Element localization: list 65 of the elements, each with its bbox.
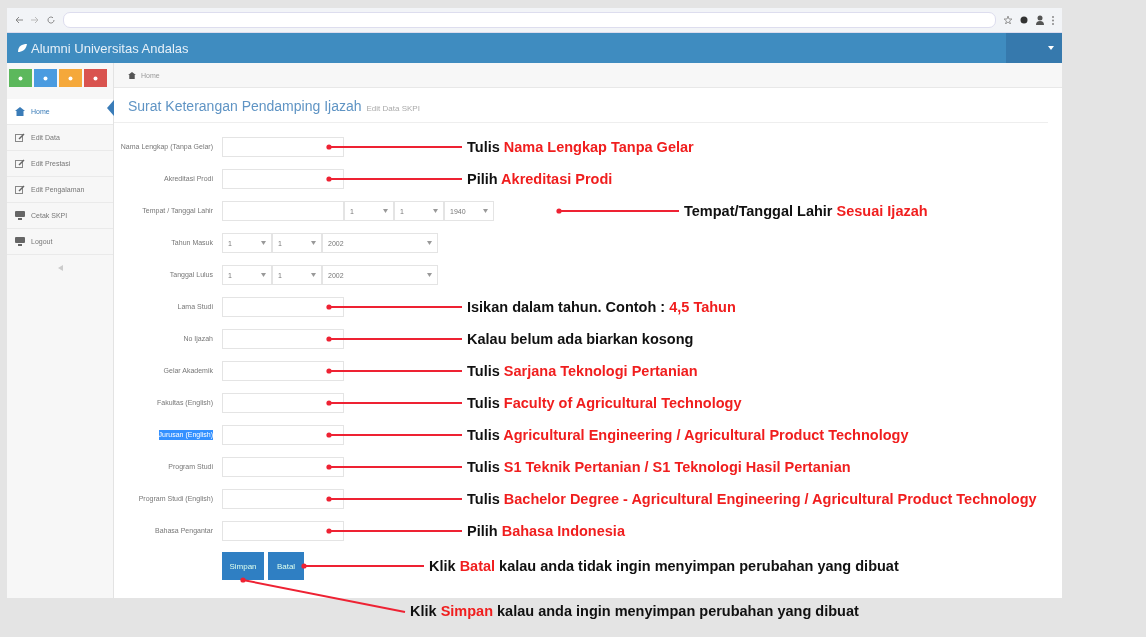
dropdown-caret-icon [427,241,432,245]
annotation-text: Tulis Agricultural Engineering / Agricultural Product Technology [467,427,909,443]
reload-icon[interactable] [47,16,55,24]
annotation-text: Tulis S1 Teknik Pertanian / S1 Teknologi Hasil Pertanian [467,459,851,475]
text-field[interactable] [222,393,344,413]
forward-icon[interactable] [31,16,39,24]
annotation-text: Tulis Bachelor Degree - Agricultural Engineering / Agricultural Product Technology [467,491,1037,507]
annotation-text: Klik Batal kalau anda tidak ingin menyimpan perubahan yang dibuat [429,558,899,574]
annotation-text: Klik Simpan kalau anda ingin menyimpan perubahan yang dibuat [410,603,859,619]
annotation-text: Pilih Akreditasi Prodi [467,171,613,187]
shortcut-button[interactable] [84,69,107,87]
text-field[interactable] [222,201,344,221]
back-icon[interactable] [15,16,23,24]
star-icon[interactable] [1004,16,1012,24]
profile-icon[interactable] [1036,15,1044,25]
text-field[interactable] [222,137,344,157]
address-bar[interactable] [63,12,996,28]
text-field[interactable] [222,489,344,509]
text-field[interactable] [222,169,344,189]
app-title: Alumni Universitas Andalas [31,40,189,56]
shortcut-button[interactable] [34,69,57,87]
edit-icon [15,133,25,142]
dot-icon [17,74,24,82]
annotation-text: Tempat/Tanggal Lahir Sesuai Ijazah [684,203,928,219]
shortcut-button[interactable] [59,69,82,87]
text-field[interactable] [222,297,344,317]
dropdown-caret-icon [483,209,488,213]
edit-icon [15,185,25,194]
dropdown-caret-icon [311,241,316,245]
active-pointer-icon [107,100,114,116]
page-subtitle: Edit Data SKPI [366,104,420,113]
dropdown-caret-icon [427,273,432,277]
home-icon [15,107,25,116]
text-field[interactable] [222,361,344,381]
caret-icon [1048,46,1054,50]
dot-icon [42,74,49,82]
edit-icon [15,159,25,168]
cancel-button[interactable]: Batal [268,552,304,580]
dropdown-caret-icon [261,241,266,245]
annotation-text: Isikan dalam tahun. Contoh : 4,5 Tahun [467,299,736,315]
shortcut-button[interactable] [9,69,32,87]
extension-icon[interactable] [1020,16,1028,24]
dropdown-caret-icon [433,209,438,213]
text-field[interactable] [222,329,344,349]
dot-icon [92,74,99,82]
monitor-icon [15,211,25,220]
home-icon [128,71,136,79]
dot-icon [67,74,74,82]
dropdown-caret-icon [383,209,388,213]
annotation-text: Kalau belum ada biarkan kosong [467,331,694,347]
user-menu-button[interactable] [1006,33,1062,63]
collapse-icon[interactable] [57,265,63,271]
monitor-icon [15,237,25,246]
text-field[interactable] [222,425,344,445]
annotation-text: Tulis Nama Lengkap Tanpa Gelar [467,139,694,155]
save-button[interactable]: Simpan [222,552,264,580]
dropdown-caret-icon [261,273,266,277]
page-title: Surat Keterangan Pendamping Ijazah [128,98,362,114]
dropdown-caret-icon [311,273,316,277]
annotation-text: Tulis Sarjana Teknologi Pertanian [467,363,698,379]
text-field[interactable] [222,521,344,541]
annotation-text: Tulis Faculty of Agricultural Technology [467,395,742,411]
text-field[interactable] [222,457,344,477]
leaf-icon [17,43,27,53]
annotation-text: Pilih Bahasa Indonesia [467,523,625,539]
